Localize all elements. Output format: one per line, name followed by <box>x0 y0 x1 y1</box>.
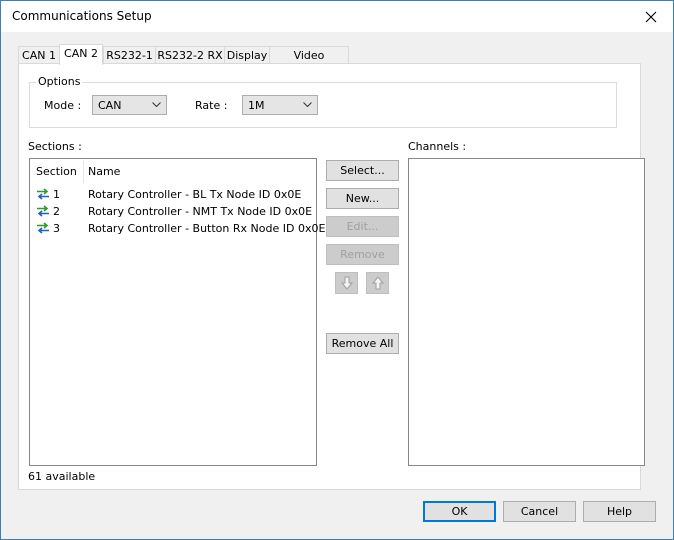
select-button[interactable]: Select... <box>326 160 399 181</box>
help-button[interactable]: Help <box>583 501 656 522</box>
mode-select[interactable]: CAN <box>92 95 167 115</box>
section-number: 2 <box>53 205 60 218</box>
rate-label: Rate : <box>195 99 228 112</box>
arrow-down-icon <box>340 276 353 290</box>
close-icon <box>645 11 657 22</box>
sections-label: Sections : <box>28 140 82 153</box>
table-row[interactable]: 1 Rotary Controller - BL Tx Node ID 0x0E <box>30 186 316 203</box>
mode-label: Mode : <box>44 99 82 112</box>
tab-can2[interactable]: CAN 2 <box>59 44 103 65</box>
rate-select-value: 1M <box>248 99 265 112</box>
section-name: Rotary Controller - NMT Tx Node ID 0x0E <box>88 205 313 218</box>
tab-display[interactable]: Display <box>224 46 270 64</box>
window-title: Communications Setup <box>12 9 152 23</box>
chevron-down-icon <box>303 102 312 108</box>
column-header-section[interactable]: Section <box>36 165 77 178</box>
edit-button[interactable]: Edit... <box>326 216 399 237</box>
ok-button[interactable]: OK <box>423 501 496 522</box>
section-number: 1 <box>53 188 60 201</box>
tab-rs232-2-rx[interactable]: RS232-2 RX <box>155 46 225 64</box>
tab-panel: Options Mode : CAN Rate : 1M Sections : … <box>18 63 645 490</box>
cancel-button[interactable]: Cancel <box>503 501 576 522</box>
channels-list[interactable] <box>408 158 645 466</box>
channels-label: Channels : <box>408 140 467 153</box>
bidirectional-arrows-icon <box>37 222 49 234</box>
rate-select[interactable]: 1M <box>242 95 318 115</box>
section-name: Rotary Controller - BL Tx Node ID 0x0E <box>88 188 302 201</box>
sections-list[interactable]: Section Name 1 Rotary Controller - BL Tx… <box>29 158 325 466</box>
available-count: 61 available <box>28 470 96 483</box>
new-button[interactable]: New... <box>326 188 399 209</box>
tab-can1[interactable]: CAN 1 <box>18 46 60 64</box>
column-separator <box>83 161 84 183</box>
options-group: Options Mode : CAN Rate : 1M <box>29 75 617 128</box>
remove-all-button[interactable]: Remove All <box>326 333 399 354</box>
remove-button[interactable]: Remove <box>326 244 399 265</box>
options-group-title: Options <box>36 75 83 88</box>
tab-rs232-1[interactable]: RS232-1 <box>103 46 156 64</box>
tab-video-capture[interactable]: Video Capture <box>269 46 349 79</box>
title-bar: Communications Setup <box>1 1 673 32</box>
table-row[interactable]: 3 Rotary Controller - Button Rx Node ID … <box>30 220 325 237</box>
mode-select-value: CAN <box>98 99 122 112</box>
sections-list-header: Section Name <box>30 159 316 183</box>
section-name: Rotary Controller - Button Rx Node ID 0x… <box>88 222 326 235</box>
close-button[interactable] <box>629 1 673 32</box>
bidirectional-arrows-icon <box>37 188 49 200</box>
move-up-button[interactable] <box>366 272 389 294</box>
chevron-down-icon <box>152 102 161 108</box>
bidirectional-arrows-icon <box>37 205 49 217</box>
arrow-up-icon <box>371 276 384 290</box>
move-down-button[interactable] <box>335 272 358 294</box>
communications-setup-dialog: Communications Setup CAN 1 CAN 2 RS232-1… <box>0 0 674 540</box>
table-row[interactable]: 2 Rotary Controller - NMT Tx Node ID 0x0… <box>30 203 316 220</box>
column-header-name[interactable]: Name <box>88 165 120 178</box>
section-number: 3 <box>53 222 60 235</box>
